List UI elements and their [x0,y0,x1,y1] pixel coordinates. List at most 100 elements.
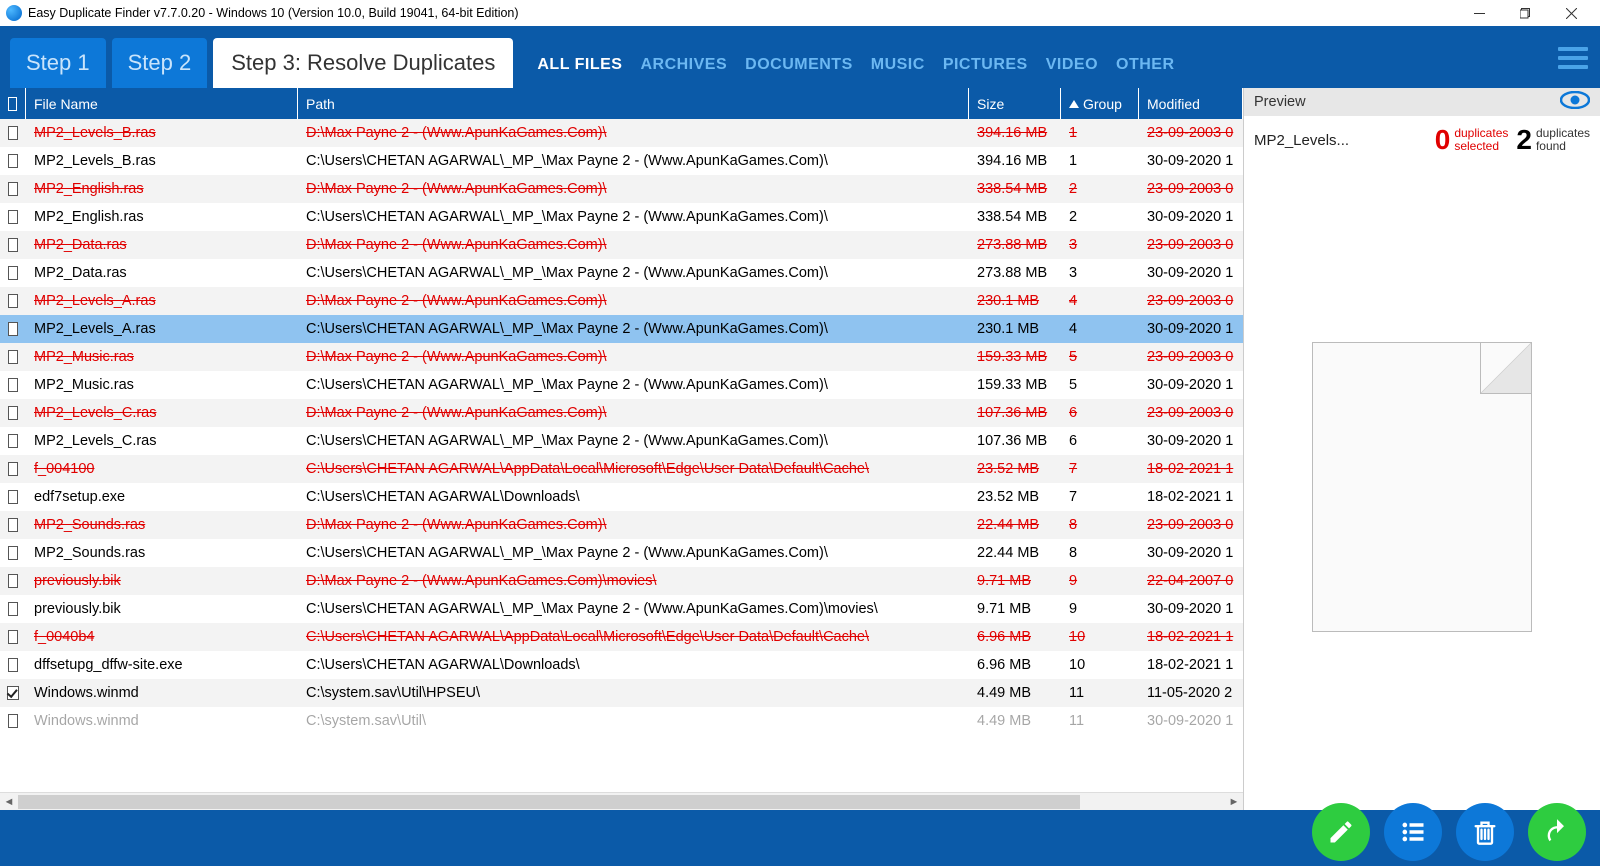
row-checkbox[interactable] [0,490,26,504]
step2-tab[interactable]: Step 2 [112,38,208,88]
row-checkbox[interactable] [0,238,26,252]
cell-size: 4.49 MB [969,685,1061,701]
table-row[interactable]: MP2_Levels_C.rasC:\Users\CHETAN AGARWAL\… [0,427,1243,455]
filter-video[interactable]: VIDEO [1046,56,1098,74]
row-checkbox[interactable] [0,630,26,644]
horizontal-scrollbar[interactable]: ◄ ► [0,792,1243,810]
row-checkbox[interactable] [0,350,26,364]
row-checkbox[interactable] [0,378,26,392]
row-checkbox[interactable] [0,322,26,336]
cell-file-name: MP2_Levels_A.ras [26,293,298,309]
row-checkbox[interactable] [0,182,26,196]
row-checkbox[interactable] [0,518,26,532]
row-checkbox[interactable] [0,210,26,224]
cell-path: D:\Max Payne 2 - (Www.ApunKaGames.Com)\m… [298,573,969,589]
table-row[interactable]: MP2_Data.rasD:\Max Payne 2 - (Www.ApunKa… [0,231,1243,259]
filter-all[interactable]: ALL FILES [537,56,622,74]
row-checkbox[interactable] [0,462,26,476]
table-row[interactable]: MP2_Music.rasD:\Max Payne 2 - (Www.ApunK… [0,343,1243,371]
cell-group: 3 [1061,237,1139,253]
col-size[interactable]: Size [969,88,1061,119]
cell-group: 6 [1061,433,1139,449]
row-checkbox[interactable] [0,294,26,308]
table-row[interactable]: MP2_Music.rasC:\Users\CHETAN AGARWAL\_MP… [0,371,1243,399]
table-row[interactable]: MP2_English.rasC:\Users\CHETAN AGARWAL\_… [0,203,1243,231]
cell-modified: 23-09-2003 0 [1139,293,1243,309]
scroll-right-icon[interactable]: ► [1225,796,1243,808]
table-row[interactable]: MP2_Data.rasC:\Users\CHETAN AGARWAL\_MP_… [0,259,1243,287]
select-all-checkbox[interactable] [0,88,26,119]
scroll-left-icon[interactable]: ◄ [0,796,18,808]
row-checkbox[interactable] [0,714,26,728]
table-row[interactable]: MP2_Levels_A.rasC:\Users\CHETAN AGARWAL\… [0,315,1243,343]
edit-button[interactable] [1312,803,1370,861]
filter-archives[interactable]: ARCHIVES [640,56,727,74]
cell-modified: 18-02-2021 1 [1139,657,1243,673]
table-row[interactable]: previously.bikC:\Users\CHETAN AGARWAL\_M… [0,595,1243,623]
cell-path: D:\Max Payne 2 - (Www.ApunKaGames.Com)\ [298,405,969,421]
table-row[interactable]: MP2_Sounds.rasC:\Users\CHETAN AGARWAL\_M… [0,539,1243,567]
app-icon [6,5,22,21]
col-file-name[interactable]: File Name [26,88,298,119]
delete-button[interactable] [1456,803,1514,861]
filter-other[interactable]: OTHER [1116,56,1175,74]
cell-size: 338.54 MB [969,181,1061,197]
step3-tab[interactable]: Step 3: Resolve Duplicates [213,38,513,88]
table-row[interactable]: MP2_Levels_B.rasD:\Max Payne 2 - (Www.Ap… [0,119,1243,147]
table-row[interactable]: Windows.winmdC:\system.sav\Util\HPSEU\4.… [0,679,1243,707]
col-modified[interactable]: Modified [1139,88,1243,119]
cell-group: 7 [1061,489,1139,505]
table-row[interactable]: MP2_Levels_C.rasD:\Max Payne 2 - (Www.Ap… [0,399,1243,427]
table-row[interactable]: MP2_Sounds.rasD:\Max Payne 2 - (Www.Apun… [0,511,1243,539]
table-row[interactable]: Windows.winmdC:\system.sav\Util\4.49 MB1… [0,707,1243,735]
cell-modified: 30-09-2020 1 [1139,433,1243,449]
row-checkbox[interactable] [0,686,26,700]
cell-path: D:\Max Payne 2 - (Www.ApunKaGames.Com)\ [298,125,969,141]
table-row[interactable]: f_0040b4C:\Users\CHETAN AGARWAL\AppData\… [0,623,1243,651]
row-checkbox[interactable] [0,406,26,420]
table-body[interactable]: MP2_Levels_B.rasD:\Max Payne 2 - (Www.Ap… [0,119,1243,792]
filter-pictures[interactable]: PICTURES [943,56,1028,74]
found-label: duplicates found [1536,127,1590,153]
table-row[interactable]: f_004100C:\Users\CHETAN AGARWAL\AppData\… [0,455,1243,483]
selected-label: duplicates selected [1454,127,1508,153]
cell-group: 4 [1061,293,1139,309]
row-checkbox[interactable] [0,574,26,588]
table-row[interactable]: MP2_English.rasD:\Max Payne 2 - (Www.Apu… [0,175,1243,203]
filter-music[interactable]: MUSIC [871,56,925,74]
col-group[interactable]: Group [1061,88,1139,119]
cell-modified: 18-02-2021 1 [1139,629,1243,645]
step1-tab[interactable]: Step 1 [10,38,106,88]
list-button[interactable] [1384,803,1442,861]
cell-path: C:\Users\CHETAN AGARWAL\_MP_\Max Payne 2… [298,601,969,617]
cell-path: D:\Max Payne 2 - (Www.ApunKaGames.Com)\ [298,181,969,197]
row-checkbox[interactable] [0,546,26,560]
minimize-button[interactable] [1456,0,1502,26]
cell-modified: 30-09-2020 1 [1139,153,1243,169]
cell-modified: 30-09-2020 1 [1139,265,1243,281]
eye-icon[interactable] [1560,91,1590,113]
filter-documents[interactable]: DOCUMENTS [745,56,853,74]
col-path[interactable]: Path [298,88,969,119]
cell-path: D:\Max Payne 2 - (Www.ApunKaGames.Com)\ [298,293,969,309]
undo-button[interactable] [1528,803,1586,861]
table-row[interactable]: dffsetupg_dffw-site.exeC:\Users\CHETAN A… [0,651,1243,679]
table-row[interactable]: MP2_Levels_A.rasD:\Max Payne 2 - (Www.Ap… [0,287,1243,315]
table-row[interactable]: edf7setup.exeC:\Users\CHETAN AGARWAL\Dow… [0,483,1243,511]
row-checkbox[interactable] [0,126,26,140]
row-checkbox[interactable] [0,658,26,672]
row-checkbox[interactable] [0,266,26,280]
row-checkbox[interactable] [0,434,26,448]
row-checkbox[interactable] [0,602,26,616]
cell-size: 22.44 MB [969,545,1061,561]
cell-file-name: MP2_Sounds.ras [26,517,298,533]
row-checkbox[interactable] [0,154,26,168]
cell-modified: 30-09-2020 1 [1139,601,1243,617]
table-row[interactable]: previously.bikD:\Max Payne 2 - (Www.Apun… [0,567,1243,595]
menu-icon[interactable] [1558,42,1588,74]
cell-file-name: previously.bik [26,573,298,589]
maximize-button[interactable] [1502,0,1548,26]
close-button[interactable] [1548,0,1594,26]
table-row[interactable]: MP2_Levels_B.rasC:\Users\CHETAN AGARWAL\… [0,147,1243,175]
cell-file-name: f_0040b4 [26,629,298,645]
